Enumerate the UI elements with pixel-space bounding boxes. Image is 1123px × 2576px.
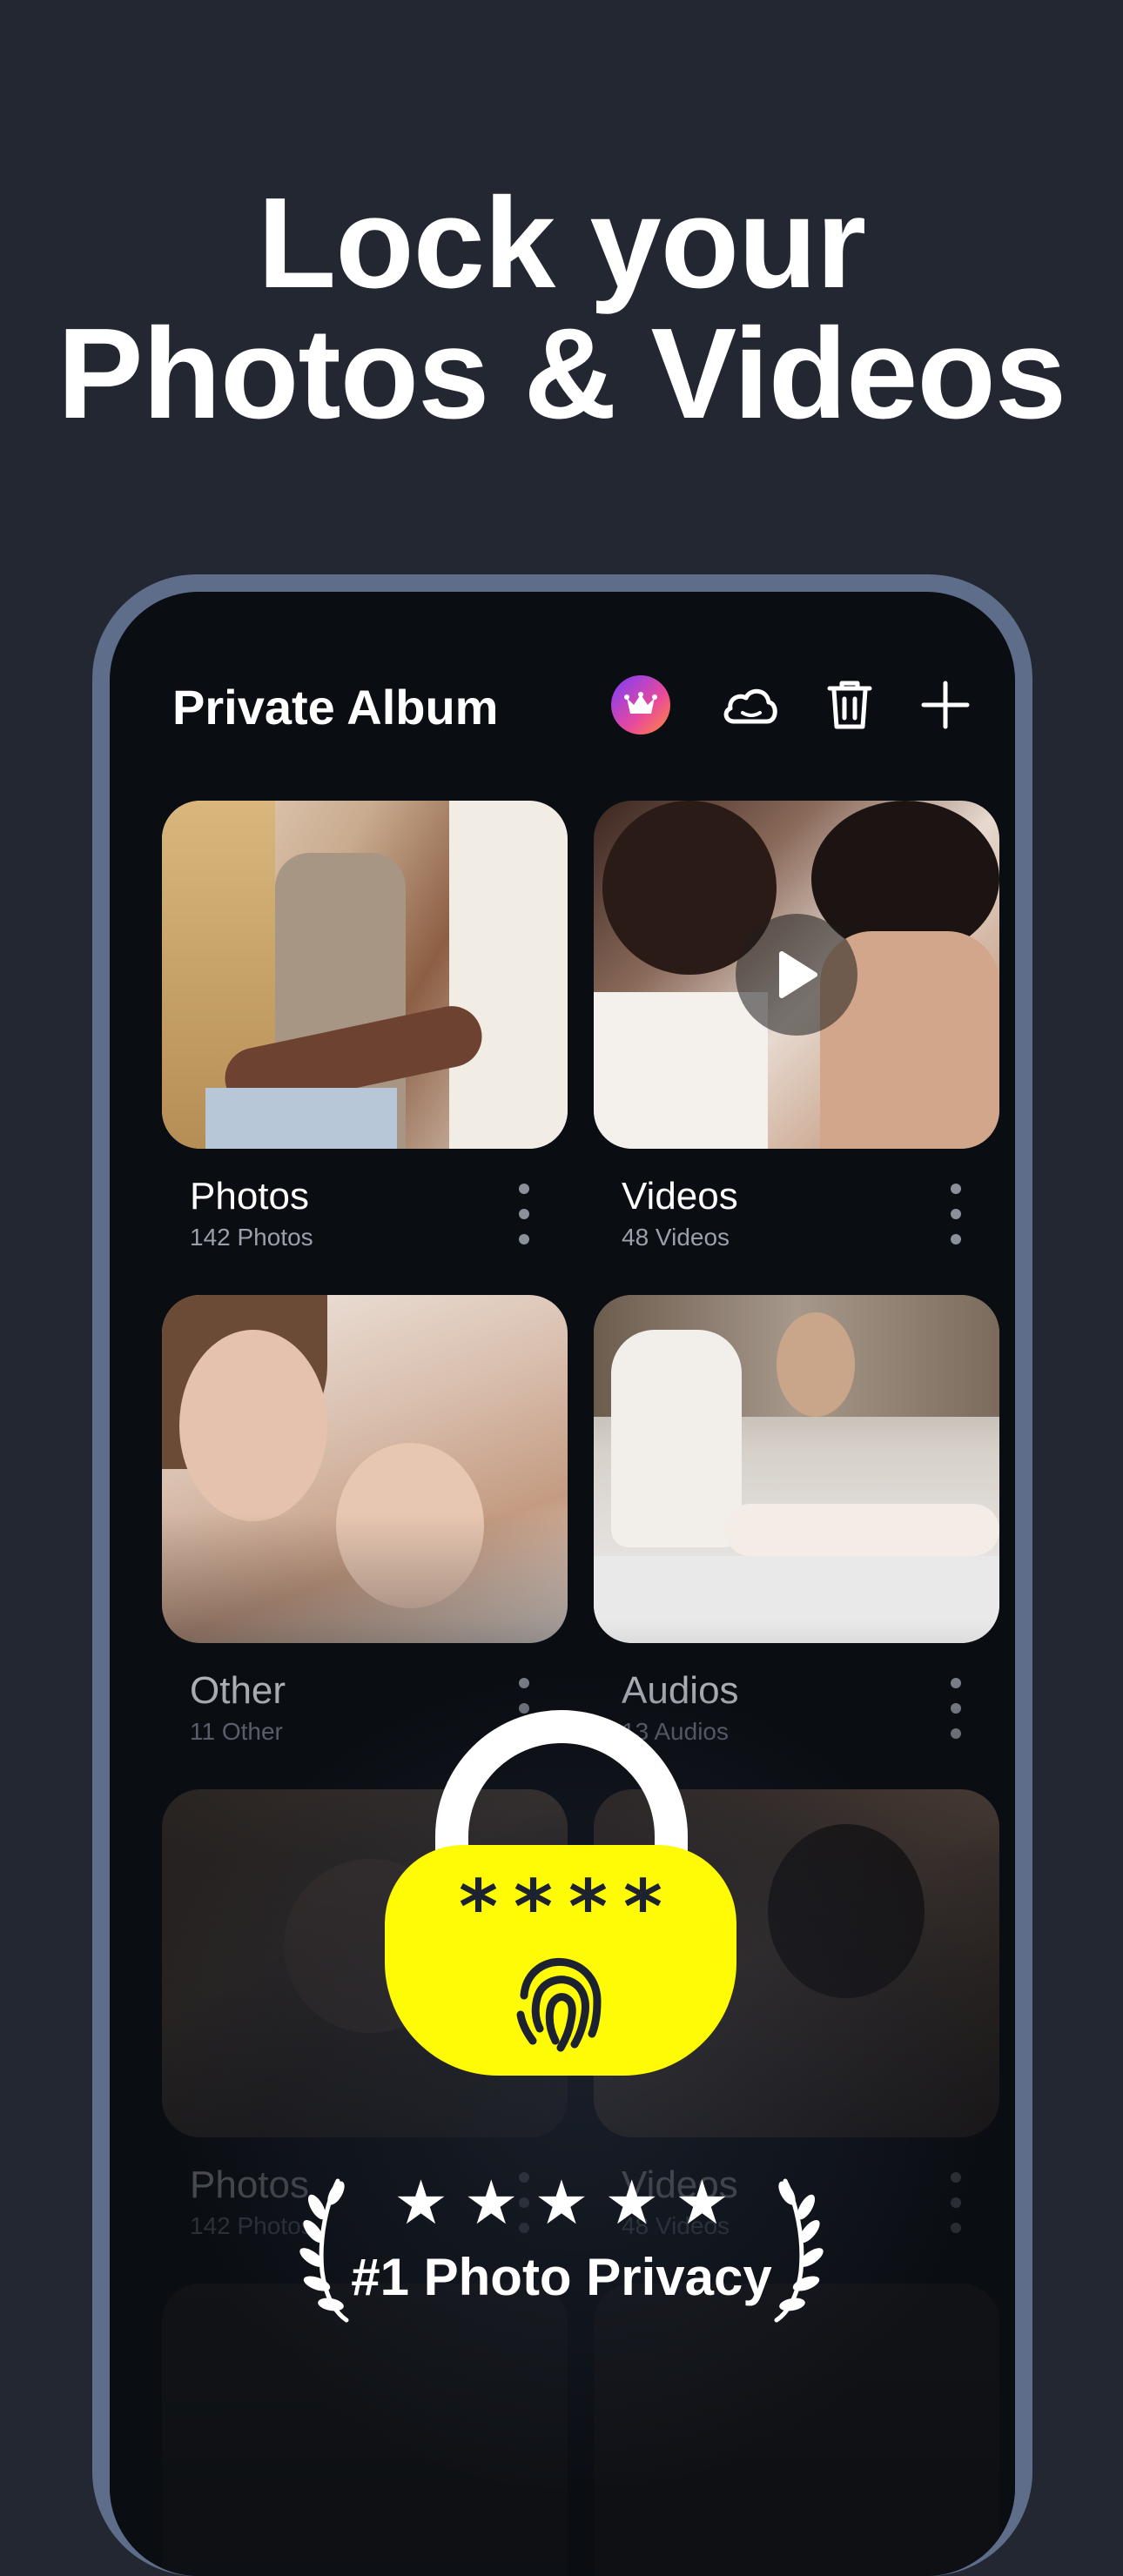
album-thumbnail [594, 801, 999, 1149]
padlock: **** [385, 1710, 736, 2110]
more-options-icon[interactable] [947, 1184, 965, 1244]
delete-button[interactable] [815, 670, 884, 740]
album-card-partial-2[interactable] [594, 2284, 999, 2576]
app-title: Private Album [172, 680, 499, 735]
album-count: 11 Other [190, 1718, 283, 1745]
rating-stars: ★★★★★ [393, 2167, 745, 2238]
cloud-icon [723, 688, 777, 724]
album-card-videos[interactable]: Videos 48 Videos [594, 801, 999, 1251]
album-title: Videos [622, 1175, 738, 1218]
album-card-partial-1[interactable] [162, 2284, 568, 2576]
album-count: 48 Videos [622, 1224, 730, 1251]
album-title: Audios [622, 1669, 739, 1712]
album-card-photos[interactable]: Photos 142 Photos [162, 801, 568, 1251]
album-card-other[interactable]: Other 11 Other [162, 1295, 568, 1745]
crown-icon [611, 675, 670, 735]
pin-mask: **** [459, 1864, 678, 1951]
premium-button[interactable] [606, 670, 676, 740]
trash-icon [827, 681, 872, 729]
headline: Lock your Photos & Videos [0, 178, 1123, 439]
cloud-backup-button[interactable] [716, 670, 785, 740]
album-thumbnail [162, 801, 568, 1149]
add-button[interactable] [911, 670, 980, 740]
laurel-right-icon [774, 2178, 824, 2323]
album-thumbnail [594, 2284, 999, 2576]
album-card-audios[interactable]: Audios 13 Audios [594, 1295, 999, 1745]
more-options-icon[interactable] [947, 2172, 965, 2233]
more-options-icon[interactable] [515, 1184, 533, 1244]
headline-line-2: Photos & Videos [57, 302, 1066, 446]
padlock-body: **** [385, 1845, 736, 2076]
play-button[interactable] [736, 914, 857, 1036]
plus-icon [921, 681, 970, 729]
headline-line-1: Lock your [257, 171, 866, 315]
award-badge: ★★★★★ #1 Photo Privacy [287, 2167, 836, 2324]
award-text: #1 Photo Privacy [351, 2248, 772, 2306]
album-count: 142 Photos [190, 1224, 313, 1251]
album-thumbnail [162, 2284, 568, 2576]
album-thumbnail [162, 1295, 568, 1643]
more-options-icon[interactable] [947, 1678, 965, 1739]
fingerprint-icon [516, 1957, 602, 2052]
album-title: Other [190, 1669, 286, 1712]
header-actions [606, 670, 998, 740]
album-thumbnail [594, 1295, 999, 1643]
play-icon [779, 951, 817, 998]
album-title: Photos [190, 1175, 309, 1218]
